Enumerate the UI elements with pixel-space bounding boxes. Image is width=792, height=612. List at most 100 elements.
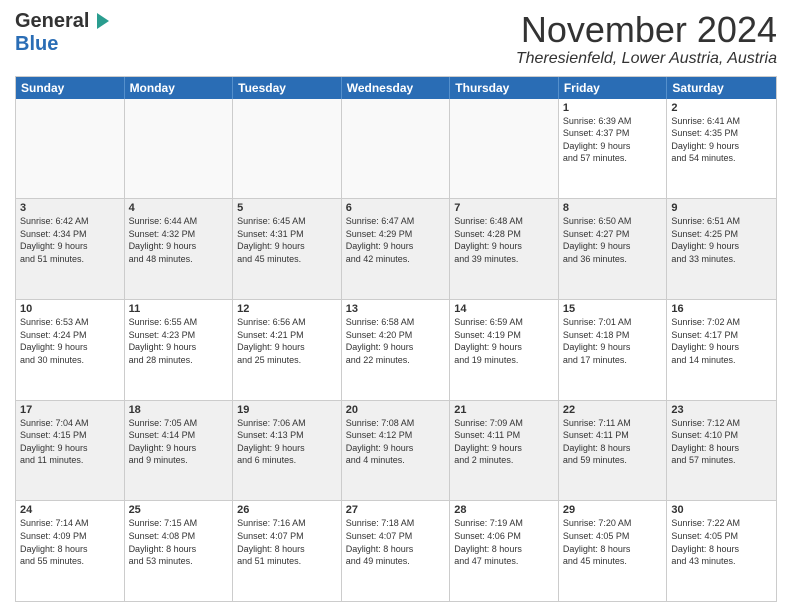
calendar-cell: 11Sunrise: 6:55 AM Sunset: 4:23 PM Dayli…: [125, 300, 234, 400]
day-info: Sunrise: 7:16 AM Sunset: 4:07 PM Dayligh…: [237, 517, 337, 567]
logo-triangle-icon: [89, 11, 111, 33]
day-number: 26: [237, 504, 337, 516]
calendar-week-5: 24Sunrise: 7:14 AM Sunset: 4:09 PM Dayli…: [16, 500, 776, 601]
day-info: Sunrise: 7:20 AM Sunset: 4:05 PM Dayligh…: [563, 517, 663, 567]
header-monday: Monday: [125, 77, 234, 99]
day-info: Sunrise: 6:50 AM Sunset: 4:27 PM Dayligh…: [563, 215, 663, 265]
day-info: Sunrise: 6:41 AM Sunset: 4:35 PM Dayligh…: [671, 115, 772, 165]
day-info: Sunrise: 7:04 AM Sunset: 4:15 PM Dayligh…: [20, 417, 120, 467]
day-info: Sunrise: 7:22 AM Sunset: 4:05 PM Dayligh…: [671, 517, 772, 567]
day-info: Sunrise: 7:19 AM Sunset: 4:06 PM Dayligh…: [454, 517, 554, 567]
calendar-cell: 18Sunrise: 7:05 AM Sunset: 4:14 PM Dayli…: [125, 401, 234, 501]
calendar-cell: 25Sunrise: 7:15 AM Sunset: 4:08 PM Dayli…: [125, 501, 234, 601]
day-info: Sunrise: 6:51 AM Sunset: 4:25 PM Dayligh…: [671, 215, 772, 265]
calendar-cell: 17Sunrise: 7:04 AM Sunset: 4:15 PM Dayli…: [16, 401, 125, 501]
day-info: Sunrise: 7:12 AM Sunset: 4:10 PM Dayligh…: [671, 417, 772, 467]
day-info: Sunrise: 7:02 AM Sunset: 4:17 PM Dayligh…: [671, 316, 772, 366]
title-section: November 2024 Theresienfeld, Lower Austr…: [516, 10, 777, 68]
header: General Blue November 2024 Theresienfeld…: [15, 10, 777, 68]
day-number: 1: [563, 102, 663, 114]
calendar-cell: [16, 99, 125, 199]
calendar-cell: 14Sunrise: 6:59 AM Sunset: 4:19 PM Dayli…: [450, 300, 559, 400]
calendar-cell: 10Sunrise: 6:53 AM Sunset: 4:24 PM Dayli…: [16, 300, 125, 400]
day-info: Sunrise: 7:15 AM Sunset: 4:08 PM Dayligh…: [129, 517, 229, 567]
day-info: Sunrise: 6:42 AM Sunset: 4:34 PM Dayligh…: [20, 215, 120, 265]
calendar-cell: [342, 99, 451, 199]
day-number: 12: [237, 303, 337, 315]
day-info: Sunrise: 6:48 AM Sunset: 4:28 PM Dayligh…: [454, 215, 554, 265]
day-number: 5: [237, 202, 337, 214]
calendar-cell: 30Sunrise: 7:22 AM Sunset: 4:05 PM Dayli…: [667, 501, 776, 601]
day-info: Sunrise: 6:45 AM Sunset: 4:31 PM Dayligh…: [237, 215, 337, 265]
day-info: Sunrise: 7:09 AM Sunset: 4:11 PM Dayligh…: [454, 417, 554, 467]
calendar-week-2: 3Sunrise: 6:42 AM Sunset: 4:34 PM Daylig…: [16, 198, 776, 299]
day-number: 16: [671, 303, 772, 315]
calendar-cell: 28Sunrise: 7:19 AM Sunset: 4:06 PM Dayli…: [450, 501, 559, 601]
calendar-cell: 16Sunrise: 7:02 AM Sunset: 4:17 PM Dayli…: [667, 300, 776, 400]
calendar-cell: 26Sunrise: 7:16 AM Sunset: 4:07 PM Dayli…: [233, 501, 342, 601]
header-sunday: Sunday: [16, 77, 125, 99]
day-number: 21: [454, 404, 554, 416]
calendar-cell: [450, 99, 559, 199]
day-number: 9: [671, 202, 772, 214]
calendar: Sunday Monday Tuesday Wednesday Thursday…: [15, 76, 777, 602]
calendar-cell: 1Sunrise: 6:39 AM Sunset: 4:37 PM Daylig…: [559, 99, 668, 199]
calendar-cell: 24Sunrise: 7:14 AM Sunset: 4:09 PM Dayli…: [16, 501, 125, 601]
day-number: 14: [454, 303, 554, 315]
location-title: Theresienfeld, Lower Austria, Austria: [516, 50, 777, 68]
calendar-cell: 20Sunrise: 7:08 AM Sunset: 4:12 PM Dayli…: [342, 401, 451, 501]
calendar-cell: 6Sunrise: 6:47 AM Sunset: 4:29 PM Daylig…: [342, 199, 451, 299]
day-number: 25: [129, 504, 229, 516]
day-number: 18: [129, 404, 229, 416]
calendar-cell: 4Sunrise: 6:44 AM Sunset: 4:32 PM Daylig…: [125, 199, 234, 299]
calendar-week-3: 10Sunrise: 6:53 AM Sunset: 4:24 PM Dayli…: [16, 299, 776, 400]
day-number: 15: [563, 303, 663, 315]
day-number: 22: [563, 404, 663, 416]
calendar-cell: 22Sunrise: 7:11 AM Sunset: 4:11 PM Dayli…: [559, 401, 668, 501]
calendar-cell: 7Sunrise: 6:48 AM Sunset: 4:28 PM Daylig…: [450, 199, 559, 299]
calendar-cell: 9Sunrise: 6:51 AM Sunset: 4:25 PM Daylig…: [667, 199, 776, 299]
logo-blue: Blue: [15, 33, 58, 55]
day-info: Sunrise: 6:53 AM Sunset: 4:24 PM Dayligh…: [20, 316, 120, 366]
day-number: 28: [454, 504, 554, 516]
calendar-cell: 2Sunrise: 6:41 AM Sunset: 4:35 PM Daylig…: [667, 99, 776, 199]
day-info: Sunrise: 6:58 AM Sunset: 4:20 PM Dayligh…: [346, 316, 446, 366]
calendar-cell: 8Sunrise: 6:50 AM Sunset: 4:27 PM Daylig…: [559, 199, 668, 299]
calendar-cell: [233, 99, 342, 199]
header-wednesday: Wednesday: [342, 77, 451, 99]
header-saturday: Saturday: [667, 77, 776, 99]
calendar-cell: 12Sunrise: 6:56 AM Sunset: 4:21 PM Dayli…: [233, 300, 342, 400]
day-info: Sunrise: 7:01 AM Sunset: 4:18 PM Dayligh…: [563, 316, 663, 366]
calendar-cell: 15Sunrise: 7:01 AM Sunset: 4:18 PM Dayli…: [559, 300, 668, 400]
day-number: 11: [129, 303, 229, 315]
day-info: Sunrise: 7:08 AM Sunset: 4:12 PM Dayligh…: [346, 417, 446, 467]
calendar-week-1: 1Sunrise: 6:39 AM Sunset: 4:37 PM Daylig…: [16, 99, 776, 199]
day-number: 23: [671, 404, 772, 416]
day-number: 20: [346, 404, 446, 416]
day-number: 3: [20, 202, 120, 214]
day-info: Sunrise: 6:39 AM Sunset: 4:37 PM Dayligh…: [563, 115, 663, 165]
day-info: Sunrise: 6:56 AM Sunset: 4:21 PM Dayligh…: [237, 316, 337, 366]
calendar-cell: 13Sunrise: 6:58 AM Sunset: 4:20 PM Dayli…: [342, 300, 451, 400]
day-number: 19: [237, 404, 337, 416]
day-info: Sunrise: 6:59 AM Sunset: 4:19 PM Dayligh…: [454, 316, 554, 366]
day-number: 7: [454, 202, 554, 214]
day-number: 10: [20, 303, 120, 315]
calendar-cell: 19Sunrise: 7:06 AM Sunset: 4:13 PM Dayli…: [233, 401, 342, 501]
day-number: 30: [671, 504, 772, 516]
calendar-week-4: 17Sunrise: 7:04 AM Sunset: 4:15 PM Dayli…: [16, 400, 776, 501]
calendar-cell: 5Sunrise: 6:45 AM Sunset: 4:31 PM Daylig…: [233, 199, 342, 299]
header-friday: Friday: [559, 77, 668, 99]
day-number: 2: [671, 102, 772, 114]
day-info: Sunrise: 6:44 AM Sunset: 4:32 PM Dayligh…: [129, 215, 229, 265]
calendar-cell: 27Sunrise: 7:18 AM Sunset: 4:07 PM Dayli…: [342, 501, 451, 601]
calendar-header: Sunday Monday Tuesday Wednesday Thursday…: [16, 77, 776, 99]
header-thursday: Thursday: [450, 77, 559, 99]
calendar-cell: 29Sunrise: 7:20 AM Sunset: 4:05 PM Dayli…: [559, 501, 668, 601]
logo-general: General: [15, 10, 89, 33]
day-info: Sunrise: 7:14 AM Sunset: 4:09 PM Dayligh…: [20, 517, 120, 567]
day-number: 24: [20, 504, 120, 516]
day-number: 27: [346, 504, 446, 516]
day-info: Sunrise: 6:47 AM Sunset: 4:29 PM Dayligh…: [346, 215, 446, 265]
day-number: 17: [20, 404, 120, 416]
